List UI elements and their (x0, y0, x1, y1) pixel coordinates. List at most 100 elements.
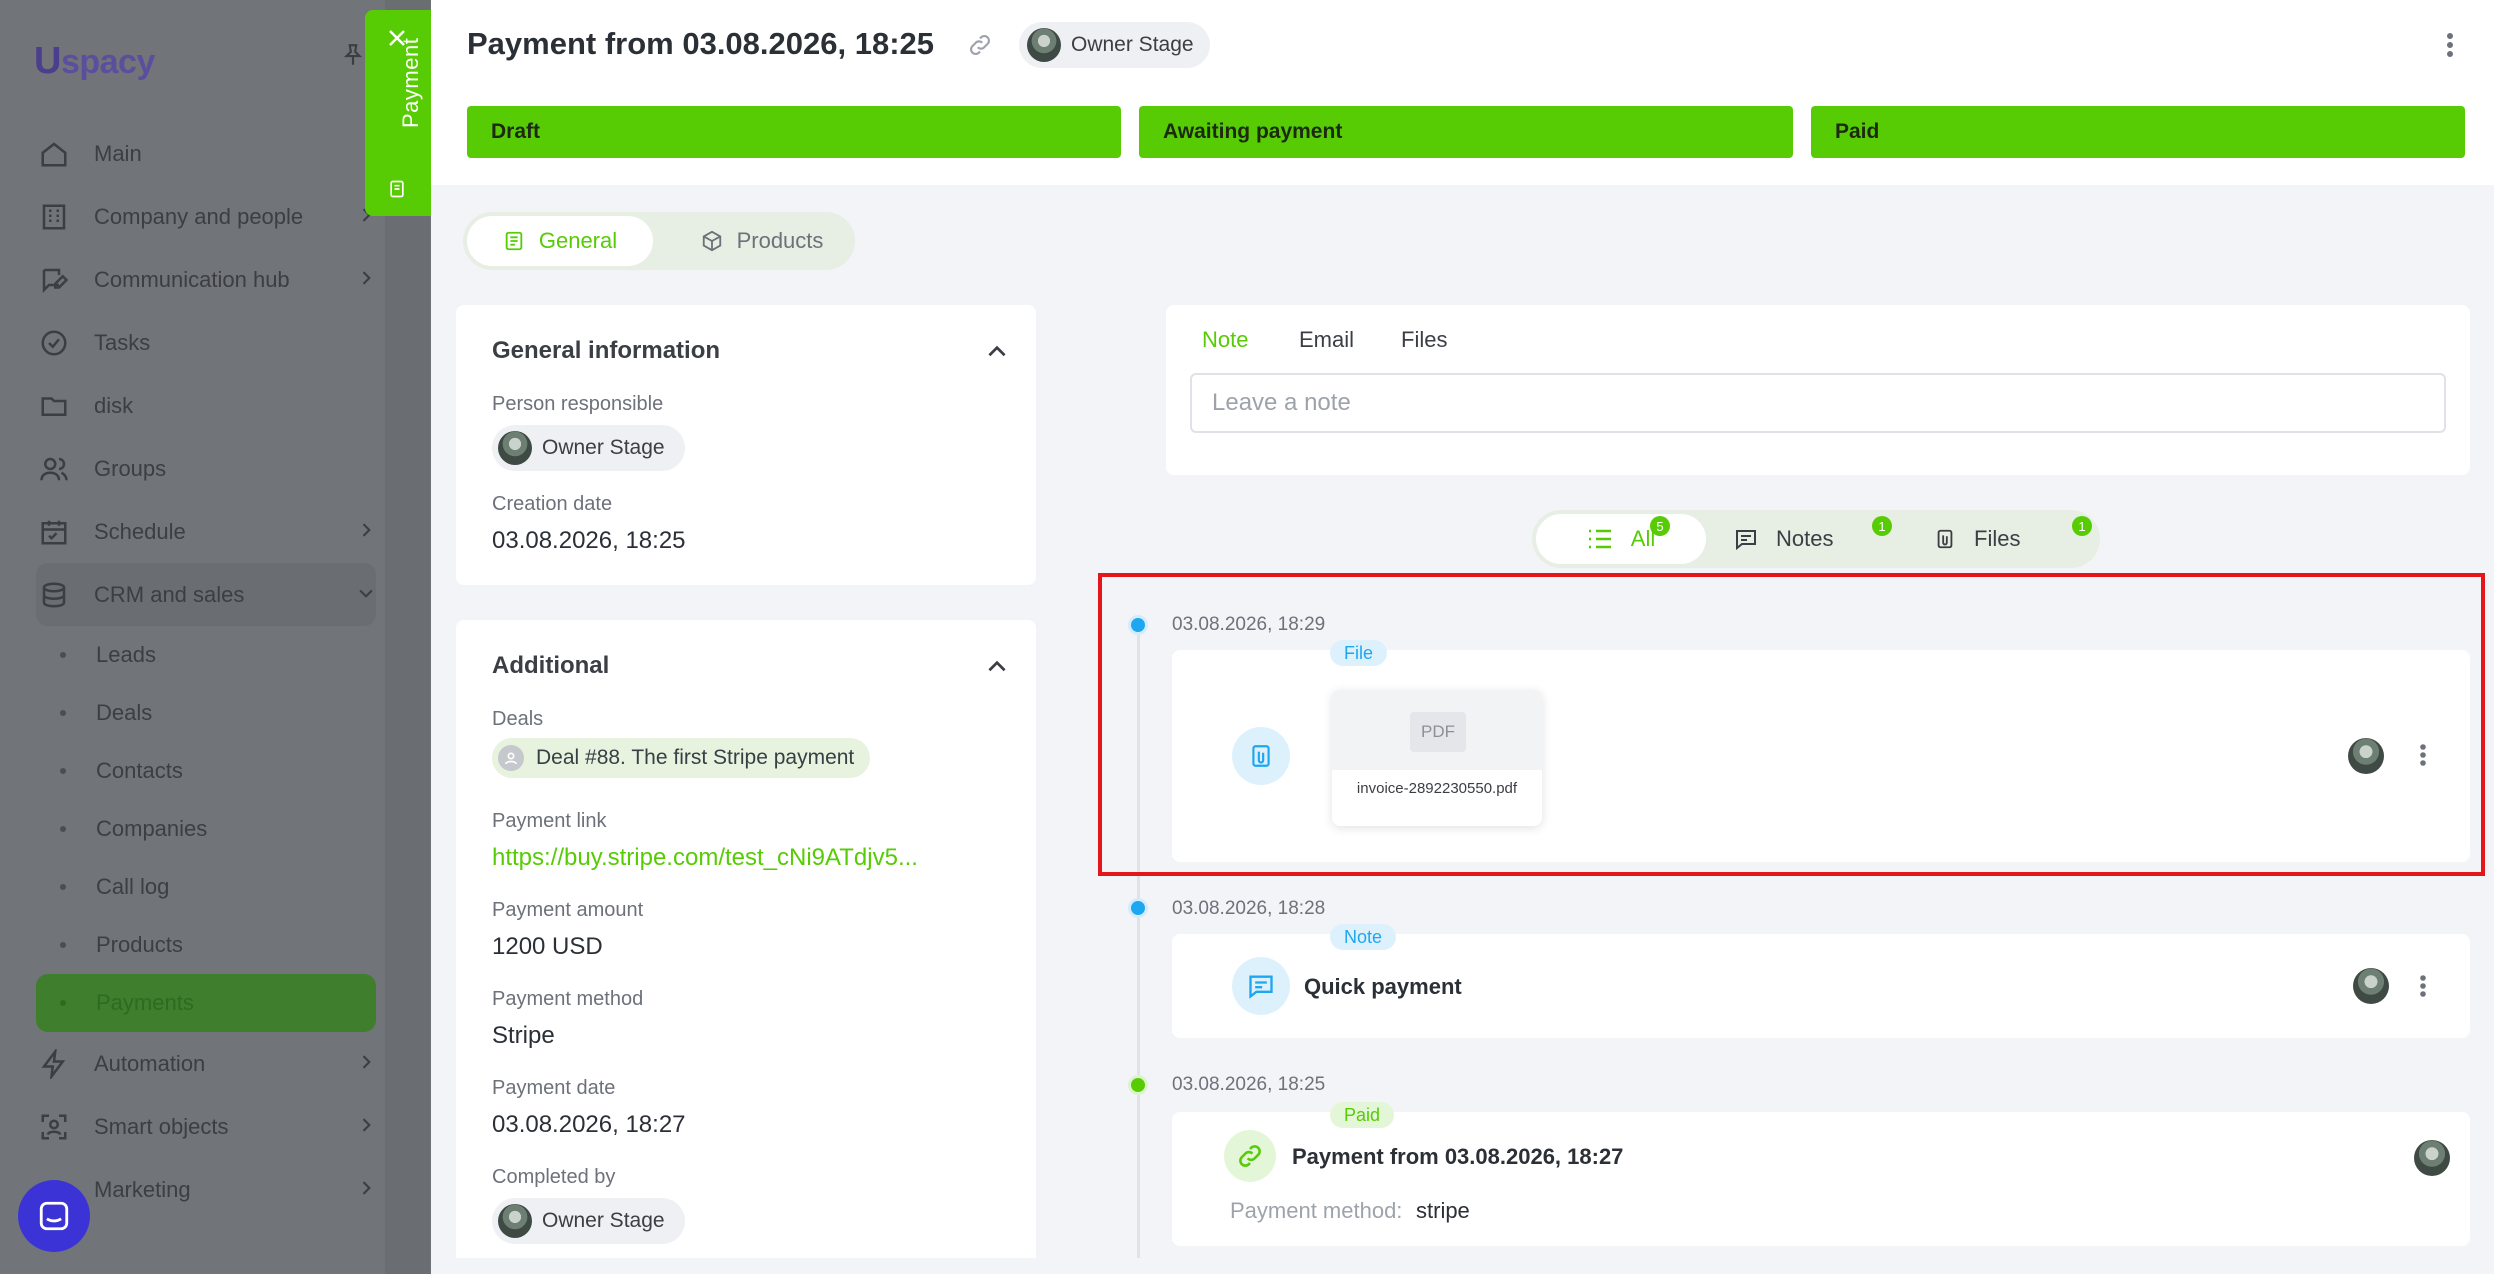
logo: Uspacy (34, 40, 155, 82)
card-title: Additional (492, 652, 610, 679)
filter-all-count: 5 (1650, 516, 1670, 536)
deal-chip[interactable]: Deal #88. The first Stripe payment (492, 738, 871, 778)
payment-date-label: Payment date (492, 1077, 616, 1099)
calendar-icon (36, 514, 72, 550)
avatar (498, 1204, 532, 1238)
sidebar-item-communication[interactable]: Communication hub (36, 248, 376, 311)
note-text: Quick payment (1304, 974, 1462, 999)
more-menu-icon[interactable] (2419, 974, 2427, 1003)
chevron-right-icon (356, 1052, 376, 1078)
deal-avatar-icon (498, 745, 524, 771)
composer-tab-email[interactable]: Email (1299, 327, 1354, 353)
timeline-event-note: Note Quick payment (1172, 924, 2470, 1038)
filter-files[interactable]: Files 1 (1934, 514, 2092, 564)
creation-date-value: 03.08.2026, 18:25 (492, 527, 686, 554)
file-icon (1937, 529, 1953, 549)
timeline-event-payment: Paid Payment from 03.08.2026, 18:27 Paym… (1172, 1102, 2470, 1246)
card-title: General information (492, 337, 721, 364)
tab-general[interactable]: General (467, 216, 653, 266)
check-circle-icon (36, 325, 72, 361)
sidebar-item-schedule[interactable]: Schedule (36, 500, 376, 563)
list-doc-icon (505, 231, 523, 251)
composer-tab-note[interactable]: Note (1202, 327, 1248, 353)
note-icon (1736, 530, 1756, 551)
sidebar-item-tasks[interactable]: Tasks (36, 311, 376, 374)
payment-event-method: stripe (1416, 1198, 1470, 1223)
highlight-box (1098, 573, 2485, 876)
sidebar-sub-call-log[interactable]: Call log (36, 858, 376, 916)
sidebar-sub-contacts[interactable]: Contacts (36, 742, 376, 800)
folder-icon (36, 388, 72, 424)
payment-method-value: Stripe (492, 1022, 555, 1049)
chevron-right-icon (356, 268, 376, 294)
payment-method-label: Payment method (492, 988, 644, 1010)
sidebar-item-smart-objects[interactable]: Smart objects (36, 1095, 376, 1158)
more-menu-icon[interactable] (2446, 32, 2454, 63)
side-tab-label: Payment (398, 37, 423, 128)
timeline-dot (1128, 898, 1148, 918)
support-chat-button[interactable] (18, 1180, 90, 1252)
box-icon (702, 230, 721, 252)
owner-chip[interactable]: Owner Stage (1019, 22, 1210, 68)
database-icon (36, 577, 72, 613)
event-time: 03.08.2026, 18:28 (1172, 898, 1326, 919)
payment-side-tab[interactable]: Payment (365, 10, 431, 216)
sidebar-item-disk[interactable]: disk (36, 374, 376, 437)
payment-event-method-label: Payment method: (1230, 1198, 1403, 1223)
avatar (1027, 28, 1061, 62)
chevron-right-icon (356, 1115, 376, 1141)
stage-awaiting-payment[interactable]: Awaiting payment (1139, 106, 1793, 158)
sidebar-sub-payments[interactable]: Payments (36, 974, 376, 1032)
detail-tabs: General Products (463, 212, 855, 270)
sidebar-item-crm[interactable]: CRM and sales (36, 563, 376, 626)
note-icon (1232, 957, 1290, 1015)
completed-by-chip[interactable]: Owner Stage (492, 1198, 685, 1244)
filter-files-count: 1 (2072, 516, 2092, 536)
general-info-card: General information Person responsible O… (456, 305, 1036, 585)
composer-tab-files[interactable]: Files (1401, 327, 1447, 353)
sidebar-item-groups[interactable]: Groups (36, 437, 376, 500)
filter-notes[interactable]: Notes 1 (1734, 514, 1892, 564)
users-icon (36, 451, 72, 487)
timeline-dot (1128, 1075, 1148, 1095)
person-responsible-label: Person responsible (492, 393, 664, 415)
note-input[interactable]: Leave a note (1190, 373, 2446, 433)
payment-link[interactable]: https://buy.stripe.com/test_cNi9ATdjv5..… (492, 844, 918, 872)
payment-link-icon (1224, 1130, 1276, 1182)
sidebar-sub-leads[interactable]: Leads (36, 626, 376, 684)
event-badge: Paid (1330, 1102, 1395, 1128)
creation-date-label: Creation date (492, 493, 613, 515)
home-icon (36, 136, 72, 172)
link-icon[interactable] (967, 32, 993, 63)
payment-link-label: Payment link (492, 810, 607, 832)
sidebar-item-company[interactable]: Company and people (36, 185, 376, 248)
note-composer: Note Email Files Leave a note (1166, 305, 2470, 475)
stage-draft[interactable]: Draft (467, 106, 1121, 158)
sidebar-sub-products[interactable]: Products (36, 916, 376, 974)
stage-paid[interactable]: Paid (1811, 106, 2465, 158)
chevron-up-icon[interactable] (984, 654, 1010, 685)
additional-card: Additional Deals Deal #88. The first Str… (456, 620, 1036, 1274)
scan-icon (36, 1109, 72, 1145)
sidebar-sub-companies[interactable]: Companies (36, 800, 376, 858)
avatar (498, 431, 532, 465)
chevron-down-icon (356, 583, 376, 609)
bolt-icon (36, 1046, 72, 1082)
chat-edit-icon (36, 262, 72, 298)
page-title: Payment from 03.08.2026, 18:25 (467, 26, 934, 61)
person-responsible-chip[interactable]: Owner Stage (492, 425, 685, 471)
payment-event-title[interactable]: Payment from 03.08.2026, 18:27 (1292, 1144, 1623, 1170)
document-icon (387, 178, 407, 205)
tab-products[interactable]: Products (673, 216, 851, 266)
list-icon (1588, 529, 1611, 549)
payment-date-value: 03.08.2026, 18:27 (492, 1111, 686, 1138)
filter-all[interactable]: All 5 (1536, 514, 1706, 564)
event-time: 03.08.2026, 18:25 (1172, 1074, 1326, 1095)
panel-header: Payment from 03.08.2026, 18:25 Owner Sta… (431, 0, 2494, 185)
sidebar-item-automation[interactable]: Automation (36, 1032, 376, 1095)
pin-icon[interactable] (340, 42, 366, 68)
sidebar-sub-deals[interactable]: Deals (36, 684, 376, 742)
chat-icon (39, 1201, 69, 1231)
chevron-up-icon[interactable] (984, 339, 1010, 370)
sidebar-item-main[interactable]: Main (36, 122, 376, 185)
